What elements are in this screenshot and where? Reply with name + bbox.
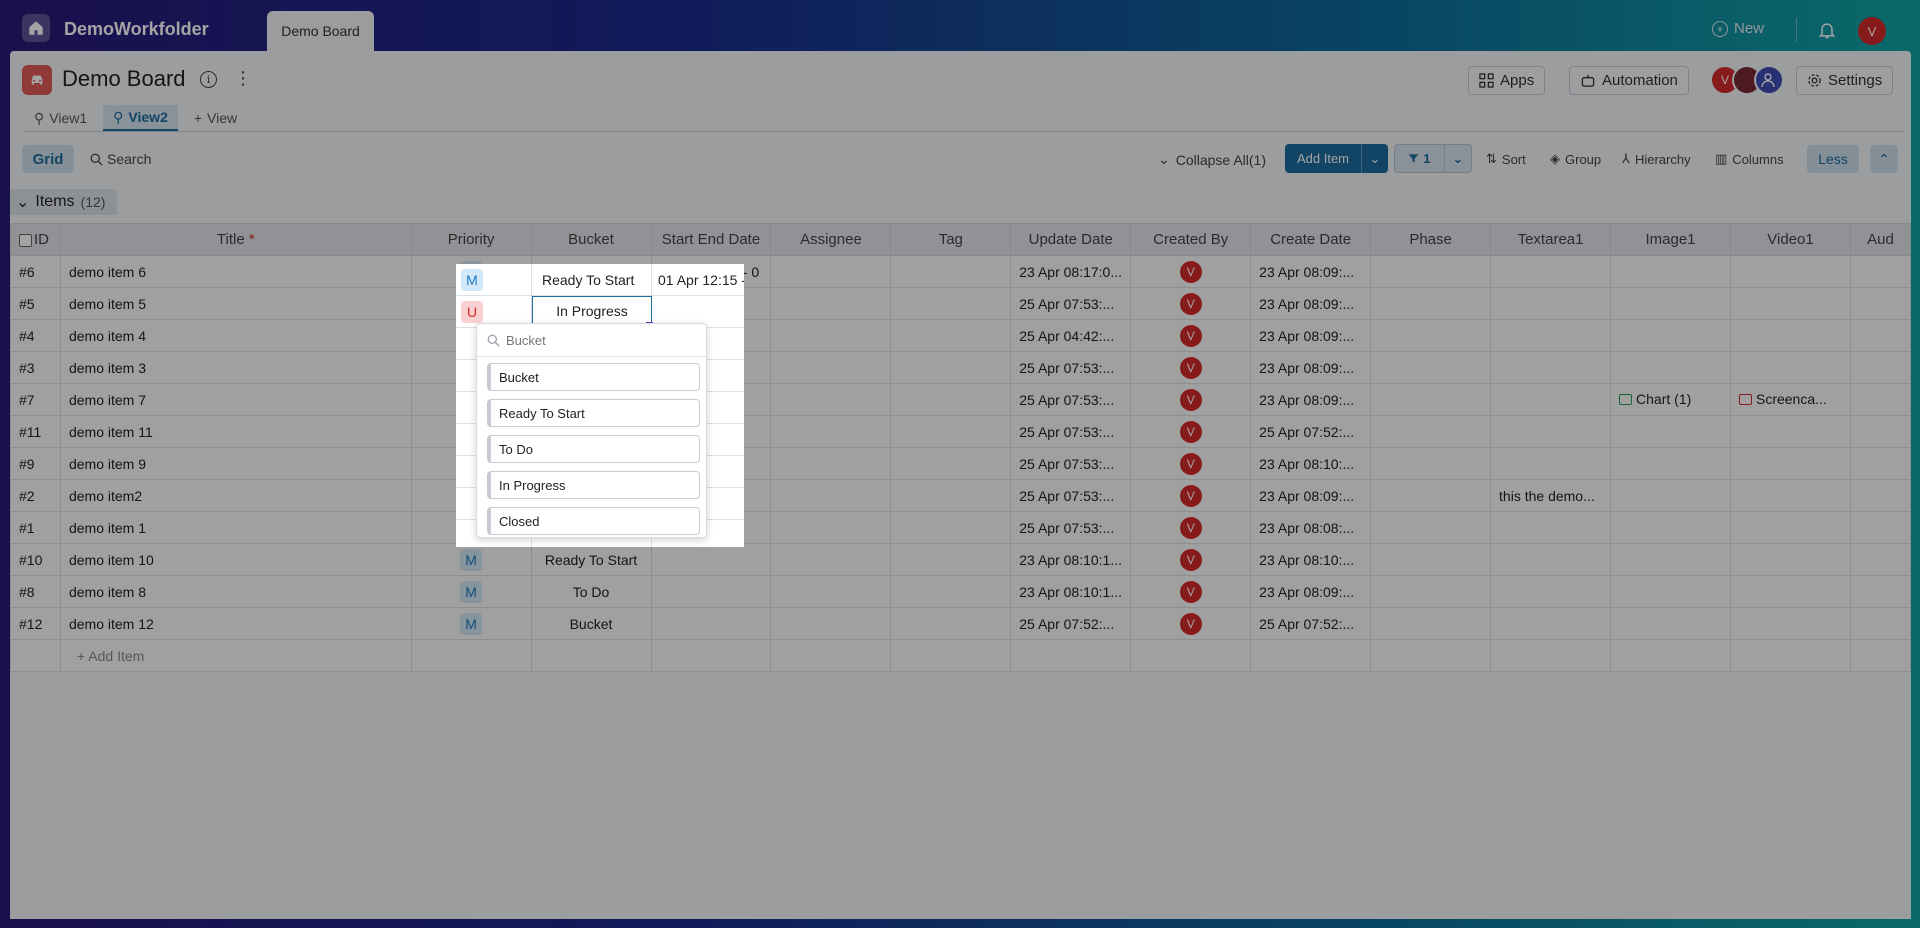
- bucket-cell[interactable]: Ready To Start: [542, 272, 634, 288]
- modal-backdrop[interactable]: [0, 0, 1920, 928]
- option-ready-to-start[interactable]: Ready To Start: [487, 399, 700, 427]
- date-cell[interactable]: 01 Apr 12:15 - 0: [658, 272, 744, 288]
- bucket-dropdown: Bucket Ready To Start To Do In Progress …: [476, 323, 707, 538]
- table-row: M Ready To Start 01 Apr 12:15 - 0: [456, 264, 744, 296]
- option-bucket[interactable]: Bucket: [487, 363, 700, 391]
- dropdown-search: [477, 324, 706, 357]
- option-to-do[interactable]: To Do: [487, 435, 700, 463]
- dropdown-search-input[interactable]: [506, 332, 686, 348]
- option-in-progress[interactable]: In Progress: [487, 471, 700, 499]
- search-icon: [487, 334, 500, 347]
- option-closed[interactable]: Closed: [487, 507, 700, 535]
- priority-badge[interactable]: M: [461, 269, 483, 291]
- priority-badge[interactable]: U: [461, 301, 483, 323]
